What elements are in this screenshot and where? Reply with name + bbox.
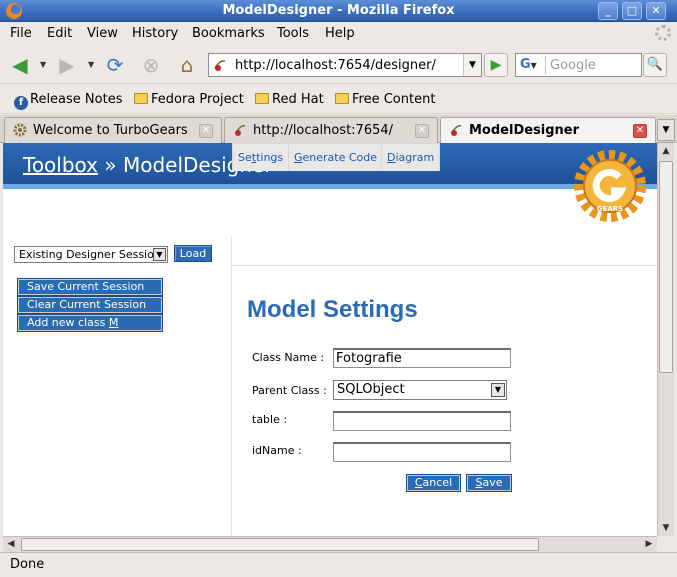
tab-list-dropdown[interactable]: ▼ bbox=[657, 119, 675, 141]
minimize-button[interactable]: _ bbox=[598, 2, 618, 20]
window-titlebar: ModelDesigner - Mozilla Firefox _ □ ✕ bbox=[0, 0, 677, 22]
scroll-left-icon[interactable]: ◀ bbox=[3, 537, 19, 552]
idname-input[interactable] bbox=[333, 442, 511, 462]
bookmark-fedora-project[interactable]: Fedora Project bbox=[134, 92, 244, 107]
close-window-button[interactable]: ✕ bbox=[646, 2, 666, 20]
bookmark-red-hat[interactable]: Red Hat bbox=[255, 92, 324, 107]
gear-icon bbox=[13, 123, 27, 137]
fedora-icon: f bbox=[14, 96, 28, 110]
load-button[interactable]: Load bbox=[174, 245, 212, 262]
url-text[interactable]: http://localhost:7654/designer/ bbox=[235, 58, 436, 73]
cherry-icon bbox=[451, 125, 462, 136]
search-bar[interactable]: G▼ Google bbox=[515, 53, 642, 77]
tab-close-icon[interactable]: ✕ bbox=[415, 124, 429, 138]
tab-welcome-turbogears[interactable]: Welcome to TurboGears ✕ bbox=[4, 117, 222, 143]
idname-label: idName : bbox=[252, 444, 302, 457]
page-title: Model Settings bbox=[247, 296, 418, 323]
reload-icon[interactable]: ⟳ bbox=[103, 54, 127, 76]
bookmark-release-notes[interactable]: f Release Notes bbox=[14, 92, 122, 110]
url-history-dropdown[interactable]: ▼ bbox=[463, 54, 481, 76]
tab-underline bbox=[232, 265, 657, 266]
site-favicon-icon bbox=[214, 60, 226, 71]
window-title: ModelDesigner - Mozilla Firefox bbox=[222, 3, 455, 18]
panel-divider bbox=[231, 237, 232, 536]
save-button[interactable]: Save bbox=[466, 474, 512, 492]
tab-close-icon[interactable]: ✕ bbox=[633, 124, 647, 138]
google-logo-icon: G bbox=[520, 57, 531, 72]
menu-history[interactable]: History bbox=[132, 26, 178, 41]
tab-modeldesigner[interactable]: ModelDesigner ✕ bbox=[440, 117, 656, 144]
tab-bar: Welcome to TurboGears ✕ http://localhost… bbox=[0, 115, 677, 144]
folder-icon bbox=[255, 93, 269, 104]
breadcrumb-separator: » bbox=[98, 153, 123, 177]
bookmark-free-content[interactable]: Free Content bbox=[335, 92, 435, 107]
menu-view[interactable]: View bbox=[87, 26, 118, 41]
header-strip bbox=[3, 184, 657, 189]
menu-bar: File Edit View History Bookmarks Tools H… bbox=[0, 22, 677, 46]
folder-icon bbox=[134, 93, 148, 104]
toolbox-link[interactable]: Toolbox bbox=[23, 153, 98, 177]
go-icon[interactable]: ▶ bbox=[484, 53, 508, 77]
status-bar: Done bbox=[0, 552, 677, 577]
chevron-down-icon: ▼ bbox=[153, 248, 166, 261]
page-content: Toolbox » ModelDesigner GEARS Existing D… bbox=[3, 143, 657, 536]
scroll-up-icon[interactable]: ▲ bbox=[658, 143, 674, 159]
tab-settings[interactable]: Settings bbox=[232, 143, 290, 171]
search-engine-selector[interactable]: G▼ bbox=[518, 56, 546, 74]
scroll-right-icon[interactable]: ▶ bbox=[641, 537, 657, 552]
back-arrow-icon[interactable]: ◀ bbox=[8, 54, 32, 76]
vertical-scroll-thumb[interactable] bbox=[659, 161, 673, 373]
menu-file[interactable]: File bbox=[10, 26, 32, 41]
class-name-input[interactable]: Fotografie bbox=[333, 348, 511, 368]
tab-diagram[interactable]: Diagram bbox=[381, 143, 441, 171]
home-icon[interactable]: ⌂ bbox=[175, 54, 199, 76]
forward-history-dropdown[interactable]: ▼ bbox=[88, 60, 94, 69]
cherry-icon bbox=[235, 125, 246, 136]
class-name-label: Class Name : bbox=[252, 351, 325, 364]
tab-close-icon[interactable]: ✕ bbox=[199, 124, 213, 138]
menu-tools[interactable]: Tools bbox=[277, 26, 309, 41]
engine-dropdown-icon: ▼ bbox=[530, 61, 537, 70]
chevron-down-icon: ▼ bbox=[491, 383, 505, 397]
url-bar[interactable]: http://localhost:7654/designer/ ▼ bbox=[208, 53, 482, 77]
forward-arrow-icon[interactable]: ▶ bbox=[55, 54, 79, 76]
menu-edit[interactable]: Edit bbox=[47, 26, 72, 41]
existing-session-select[interactable]: Existing Designer Session ▼ bbox=[14, 246, 168, 263]
menu-help[interactable]: Help bbox=[325, 26, 355, 41]
table-label: table : bbox=[252, 413, 288, 426]
turbogears-gear-logo-icon: GEARS bbox=[574, 150, 646, 222]
navigation-toolbar: ◀ ▼ ▶ ▼ ⟳ ⊗ ⌂ http://localhost:7654/desi… bbox=[0, 46, 677, 84]
folder-icon bbox=[335, 93, 349, 104]
throbber-icon bbox=[655, 25, 671, 41]
tab-generate-code[interactable]: Generate Code bbox=[288, 143, 384, 171]
scroll-down-icon[interactable]: ▼ bbox=[658, 520, 674, 536]
parent-class-select[interactable]: SQLObject ▼ bbox=[333, 380, 507, 400]
magnifier-icon[interactable]: 🔍 bbox=[643, 53, 667, 77]
save-session-button[interactable]: Save Current Session bbox=[17, 278, 163, 296]
back-history-dropdown[interactable]: ▼ bbox=[40, 60, 46, 69]
logo-text: GEARS bbox=[597, 205, 623, 213]
scrollbar-corner bbox=[657, 536, 674, 552]
horizontal-scroll-thumb[interactable] bbox=[21, 538, 539, 551]
status-text: Done bbox=[10, 557, 45, 572]
vertical-scrollbar[interactable]: ▲ ▼ bbox=[657, 143, 674, 536]
horizontal-scrollbar[interactable]: ◀ ▶ bbox=[3, 536, 657, 552]
menu-bookmarks[interactable]: Bookmarks bbox=[192, 26, 265, 41]
bookmarks-toolbar: f Release Notes Fedora Project Red Hat Fr… bbox=[0, 86, 677, 114]
clear-session-button[interactable]: Clear Current Session bbox=[17, 296, 163, 314]
maximize-button[interactable]: □ bbox=[622, 2, 642, 20]
tab-localhost[interactable]: http://localhost:7654/ ✕ bbox=[224, 117, 438, 143]
parent-class-label: Parent Class : bbox=[252, 384, 327, 397]
table-input[interactable] bbox=[333, 411, 511, 431]
cancel-button[interactable]: Cancel bbox=[406, 474, 461, 492]
stop-icon[interactable]: ⊗ bbox=[139, 54, 163, 76]
add-class-button[interactable]: Add new class M bbox=[17, 314, 163, 332]
search-placeholder[interactable]: Google bbox=[550, 58, 596, 73]
